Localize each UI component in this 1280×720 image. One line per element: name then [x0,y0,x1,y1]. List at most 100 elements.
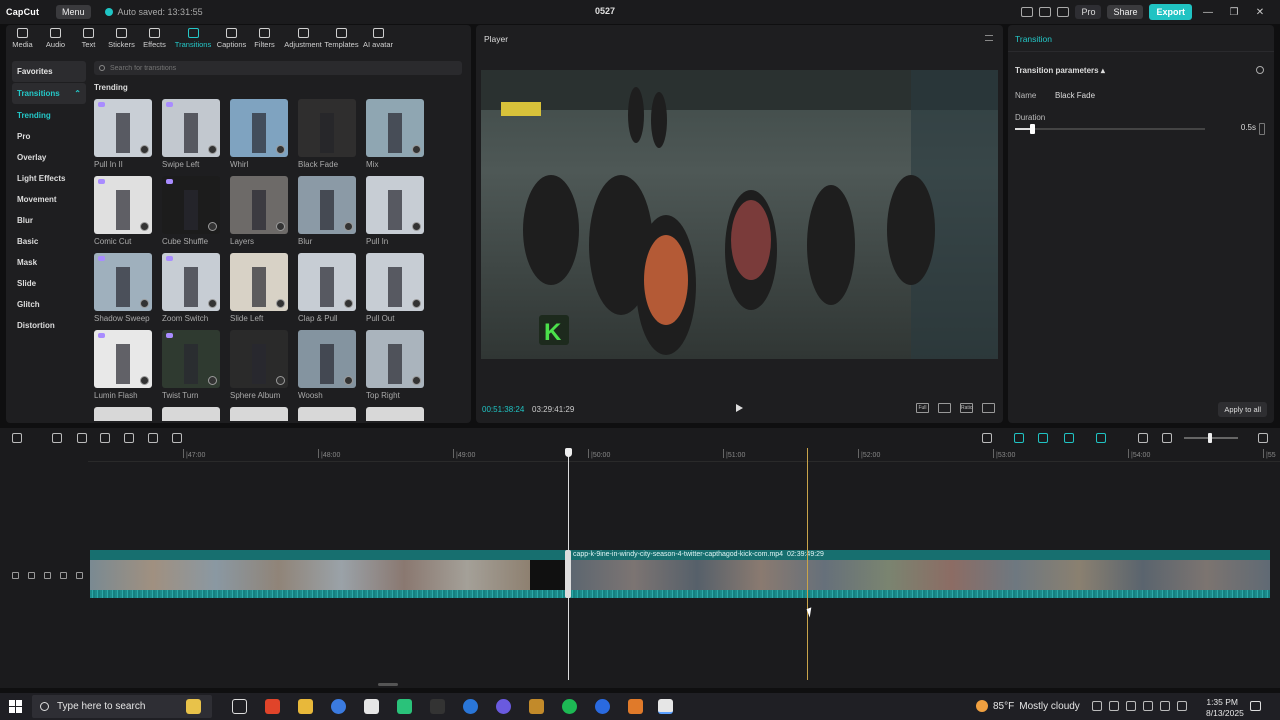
linkage-icon[interactable] [1064,433,1074,443]
download-icon[interactable] [276,145,285,154]
tab-transitions[interactable]: Transitions [171,25,215,51]
transition-thumbnail[interactable] [162,176,220,234]
brave-icon[interactable] [265,699,280,714]
tab-adjustment[interactable]: Adjustment [281,25,325,51]
layout-icon[interactable] [1021,7,1034,17]
transition-card[interactable]: Zoom Switch [162,253,220,323]
transition-card[interactable]: Black Fade [298,99,356,169]
transition-thumbnail[interactable] [366,253,424,311]
download-icon[interactable] [208,376,217,385]
app-green-icon[interactable] [397,699,412,714]
discord-icon[interactable] [496,699,511,714]
download-icon[interactable] [276,376,285,385]
select-tool-icon[interactable] [12,433,22,443]
video-preview[interactable]: K [481,70,998,359]
minimize-icon[interactable]: — [1198,7,1218,18]
transition-thumbnail[interactable] [94,253,152,311]
transition-thumbnail-partial[interactable] [162,407,220,421]
video-clip-thumbnails[interactable] [90,560,530,590]
category-blur[interactable]: Blur [12,210,86,231]
reset-icon[interactable] [1256,66,1264,74]
download-icon[interactable] [344,299,353,308]
transition-thumbnail[interactable] [298,99,356,157]
download-icon[interactable] [412,299,421,308]
transition-card[interactable]: Mix [366,99,424,169]
delete-icon[interactable] [172,433,182,443]
transition-card[interactable]: Cube Shuffle [162,176,220,246]
tab-captions[interactable]: Captions [215,25,248,51]
skype-icon[interactable] [595,699,610,714]
tab-ai-avatar[interactable]: AI avatar [358,25,398,51]
download-icon[interactable] [140,376,149,385]
weather-widget[interactable]: 85°F Mostly cloudy [976,700,1080,712]
transition-thumbnail[interactable] [230,176,288,234]
category-glitch[interactable]: Glitch [12,294,86,315]
download-icon[interactable] [276,222,285,231]
volume-icon[interactable] [1177,701,1187,711]
category-light-effects[interactable]: Light Effects [12,168,86,189]
duration-slider[interactable] [1015,124,1205,134]
transition-card[interactable]: Swipe Left [162,99,220,169]
file-explorer-icon[interactable] [298,699,313,714]
audio-mute-icon[interactable] [60,571,67,579]
task-view-icon[interactable] [232,699,247,714]
more-icon[interactable] [76,571,83,579]
window-icon[interactable] [1057,7,1070,17]
zoom-slider-knob[interactable] [1208,433,1213,443]
playhead[interactable] [568,448,569,680]
game-icon[interactable] [529,699,544,714]
split-right-icon[interactable] [148,433,158,443]
app-blue-icon[interactable] [463,699,478,714]
transition-thumbnail[interactable] [230,99,288,157]
transition-card[interactable]: Blur [298,176,356,246]
cover-icon[interactable] [12,571,19,579]
playhead-handle[interactable] [565,448,572,457]
category-distortion[interactable]: Distortion [12,315,86,336]
category-pro[interactable]: Pro [12,126,86,147]
transition-thumbnail-partial[interactable] [230,407,288,421]
visibility-icon[interactable] [44,571,51,579]
transition-thumbnail-partial[interactable] [366,407,424,421]
transition-card[interactable]: Layers [230,176,288,246]
microphone-icon[interactable] [982,433,992,443]
network-icon[interactable] [1109,701,1119,711]
transition-thumbnail[interactable] [366,330,424,388]
params-header[interactable]: Transition parameters ▴ [1015,66,1105,75]
taskbar-clock[interactable]: 1:35 PM 8/13/2025 [1206,697,1244,719]
category-trending[interactable]: Trending [12,105,86,126]
transition-card[interactable]: Whirl [230,99,288,169]
black-fade-segment[interactable] [530,560,566,590]
transition-thumbnail[interactable] [94,176,152,234]
transition-card[interactable]: Sphere Album [230,330,288,400]
capcut-icon[interactable] [364,699,379,714]
transition-card[interactable]: Shadow Sweep [94,253,152,323]
zoom-in-icon[interactable] [1258,433,1268,443]
category-overlay[interactable]: Overlay [12,147,86,168]
split-icon[interactable] [100,433,110,443]
pro-button[interactable]: Pro [1075,5,1102,19]
duration-stepper[interactable] [1259,123,1265,135]
transition-thumbnail[interactable] [366,176,424,234]
transition-thumbnail[interactable] [162,99,220,157]
snapshot-icon[interactable] [938,403,951,413]
category-mask[interactable]: Mask [12,252,86,273]
menu-button[interactable]: Menu [56,5,91,19]
auto-snapping-icon[interactable] [1038,433,1048,443]
transition-thumbnail[interactable] [94,330,152,388]
download-icon[interactable] [208,299,217,308]
tab-text[interactable]: Text [72,25,105,51]
transition-thumbnail[interactable] [298,176,356,234]
play-icon[interactable] [736,404,743,412]
transition-card[interactable]: Pull In [366,176,424,246]
transition-thumbnail[interactable] [162,330,220,388]
download-icon[interactable] [140,299,149,308]
transition-thumbnail[interactable] [298,330,356,388]
transition-thumbnail[interactable] [230,330,288,388]
app-orange-icon[interactable] [628,699,643,714]
transition-thumbnail[interactable] [94,99,152,157]
zoom-slider[interactable] [1184,433,1238,443]
chrome-icon[interactable] [331,699,346,714]
fullscreen-icon[interactable] [982,403,995,413]
download-icon[interactable] [140,222,149,231]
notification-icon[interactable] [1250,701,1261,711]
